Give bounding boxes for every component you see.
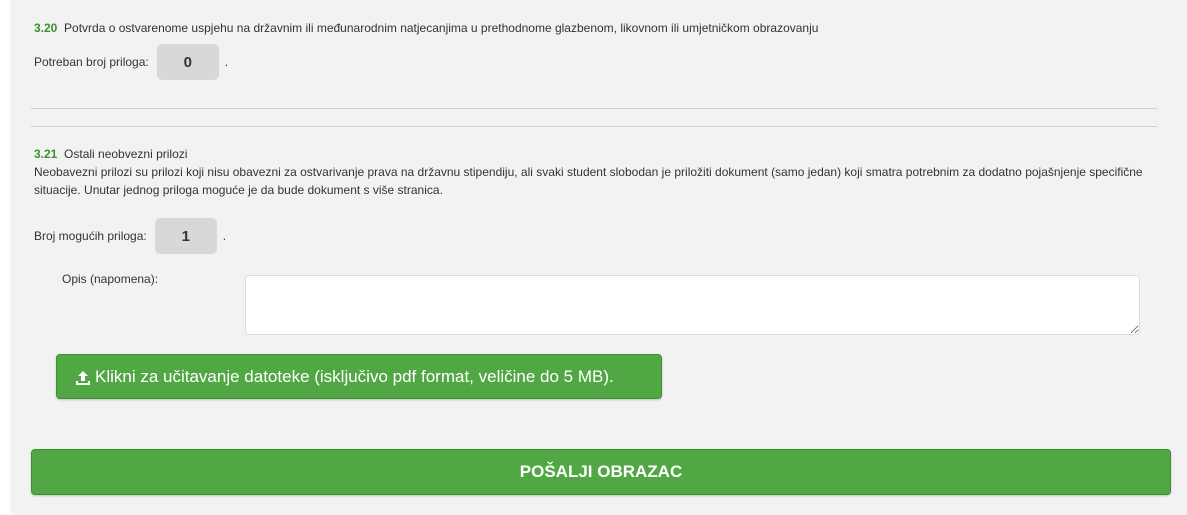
upload-icon — [74, 369, 92, 387]
possible-attachments-row: Broj mogućih priloga: 1 . — [34, 218, 226, 254]
submit-form-button[interactable]: POŠALJI OBRAZAC — [31, 449, 1171, 495]
section-title: Potvrda o ostvarenome uspjehu na državni… — [64, 21, 819, 35]
section-3-21: 3.21 Ostali neobvezni prilozi Neobavezni… — [34, 145, 1144, 199]
divider — [31, 126, 1157, 127]
section-3-20-title-line: 3.20 Potvrda o ostvarenome uspjehu na dr… — [34, 19, 818, 37]
section-description: Neobavezni prilozi su prilozi koji nisu … — [34, 165, 1143, 197]
required-attachments-row: Potreban broj priloga: 0 . — [34, 44, 228, 80]
upload-file-button[interactable]: Klikni za učitavanje datoteke (isključiv… — [56, 354, 662, 399]
possible-attachments-count: 1 — [154, 218, 217, 254]
section-title: Ostali neobvezni prilozi — [64, 147, 188, 161]
required-attachments-count: 0 — [156, 44, 219, 80]
divider — [31, 108, 1157, 109]
count-suffix: . — [224, 55, 229, 69]
possible-attachments-label: Broj mogućih priloga: — [34, 229, 147, 243]
submit-form-button-label: POŠALJI OBRAZAC — [519, 462, 683, 481]
section-3-21-title-line: 3.21 Ostali neobvezni prilozi — [34, 145, 1144, 163]
section-3-20: 3.20 Potvrda o ostvarenome uspjehu na dr… — [34, 19, 818, 37]
count-suffix: . — [222, 229, 227, 243]
upload-file-button-label: Klikni za učitavanje datoteke (isključiv… — [95, 366, 614, 386]
section-number: 3.20 — [34, 21, 58, 35]
section-number: 3.21 — [34, 147, 58, 161]
note-textarea[interactable] — [245, 275, 1140, 335]
required-attachments-label: Potreban broj priloga: — [34, 55, 149, 69]
note-label: Opis (napomena): — [62, 272, 159, 286]
